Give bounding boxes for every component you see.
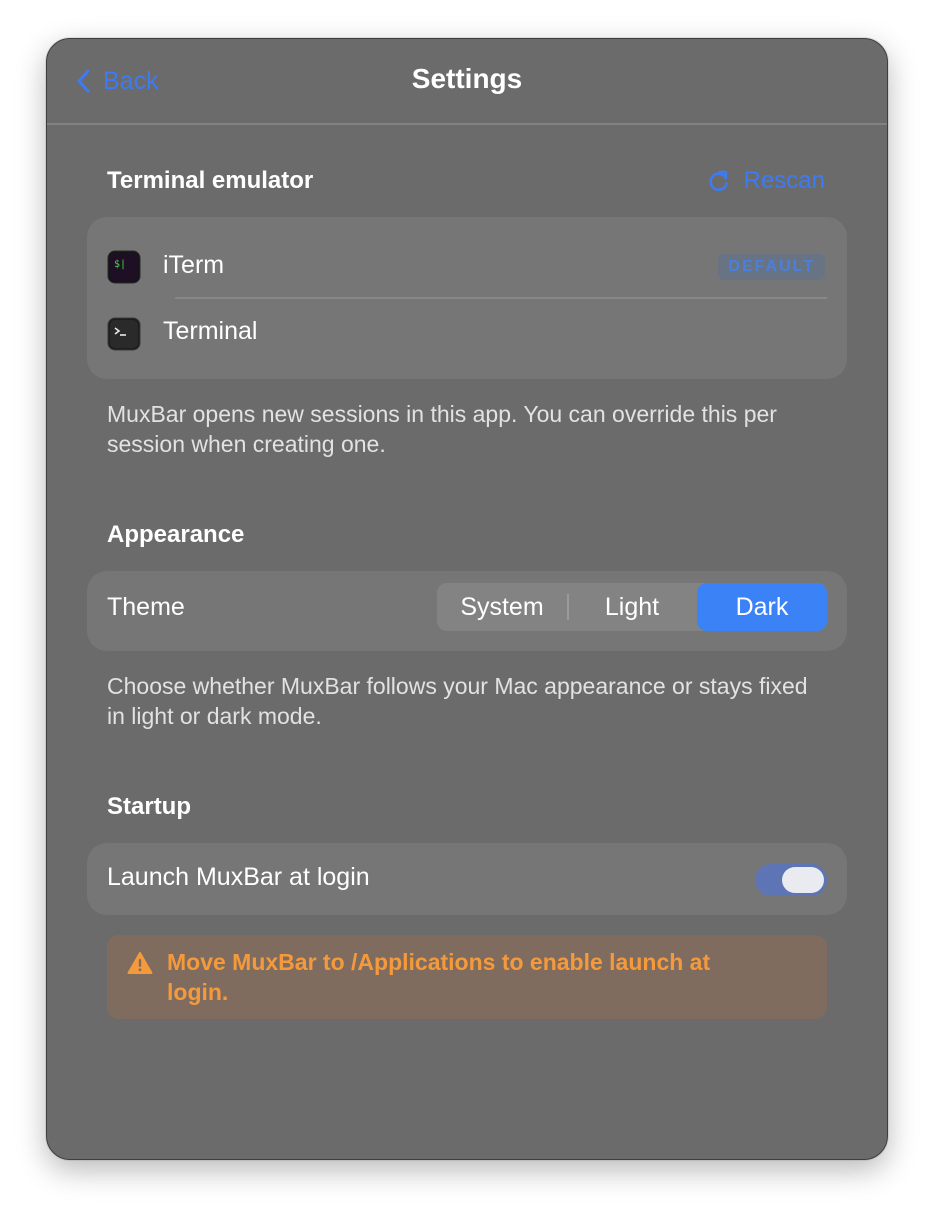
list-item-terminal[interactable]: Terminal <box>87 299 847 369</box>
warning-message: Move MuxBar to /Applications to enable l… <box>167 949 711 1005</box>
warning-triangle-icon <box>127 952 153 974</box>
launch-at-login-toggle[interactable] <box>755 864 827 896</box>
terminal-app-list: $| iTerm DEFAULT Terminal <box>87 217 847 379</box>
refresh-icon <box>709 170 728 191</box>
list-item-iterm[interactable]: $| iTerm DEFAULT <box>87 229 847 305</box>
warning-banner: Move MuxBar to /Applications to enable l… <box>107 935 827 1019</box>
app-name-terminal: Terminal <box>163 317 258 345</box>
terminal-icon <box>107 317 141 351</box>
theme-label: Theme <box>107 593 185 621</box>
launch-at-login-label: Launch MuxBar at login <box>107 863 370 891</box>
startup-section-title: Startup <box>107 793 191 820</box>
theme-option-dark[interactable]: Dark <box>697 583 827 631</box>
launch-at-login-card: Launch MuxBar at login <box>87 843 847 915</box>
page-title: Settings <box>411 63 523 94</box>
appearance-help-text: Choose whether MuxBar follows your Mac a… <box>107 673 808 729</box>
settings-window: Back Settings Terminal emulator Rescan $… <box>46 38 888 1160</box>
theme-option-system[interactable]: System <box>437 583 567 631</box>
theme-segmented-control: System Light Dark <box>437 583 827 631</box>
rescan-button[interactable]: Rescan <box>708 167 825 195</box>
terminal-help-text: MuxBar opens new sessions in this app. Y… <box>107 401 777 457</box>
toggle-knob <box>782 867 824 893</box>
theme-option-light[interactable]: Light <box>567 583 697 631</box>
app-name-iterm: iTerm <box>163 251 225 279</box>
header-bar: Back Settings <box>47 39 887 125</box>
rescan-label: Rescan <box>743 167 825 194</box>
terminal-section-title: Terminal emulator <box>107 167 314 194</box>
default-badge: DEFAULT <box>718 254 825 280</box>
svg-text:$|: $| <box>114 259 126 270</box>
iterm-icon: $| <box>107 250 141 284</box>
theme-card: Theme System Light Dark <box>87 571 847 651</box>
appearance-section-title: Appearance <box>107 521 245 548</box>
